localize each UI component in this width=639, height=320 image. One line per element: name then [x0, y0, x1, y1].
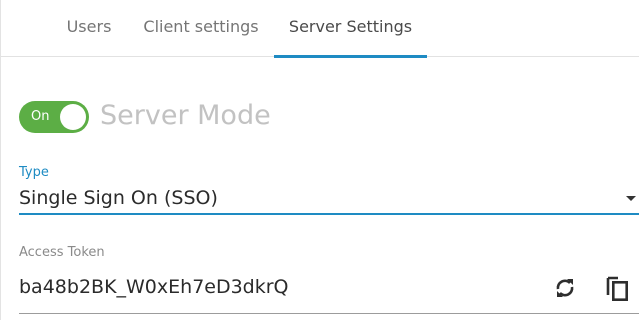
type-label: Type — [19, 165, 49, 180]
active-tab-indicator — [274, 55, 427, 58]
tab-label: Client settings — [143, 17, 259, 36]
toggle-knob — [60, 104, 86, 130]
tab-label: Server Settings — [288, 17, 413, 36]
server-settings-panel: Users Client settings Server Settings On… — [0, 0, 639, 320]
tab-client-settings[interactable]: Client settings — [133, 0, 269, 57]
settings-tabs: Users Client settings Server Settings — [1, 0, 639, 58]
copy-icon — [606, 276, 628, 301]
copy-token-button[interactable] — [604, 274, 632, 302]
tab-server-settings[interactable]: Server Settings — [274, 0, 427, 58]
type-selected-value: Single Sign On (SSO) — [19, 187, 218, 209]
access-token-field: ba48b2BK_W0xEh7eD3dkrQ — [19, 262, 639, 314]
type-select[interactable]: Single Sign On (SSO) — [19, 180, 639, 215]
server-mode-title: Server Mode — [100, 100, 271, 131]
regenerate-token-button[interactable] — [551, 274, 579, 302]
toggle-state-label: On — [31, 109, 50, 124]
server-mode-toggle[interactable]: On — [19, 101, 89, 133]
dropdown-caret-icon — [626, 196, 636, 201]
tab-users[interactable]: Users — [49, 0, 129, 57]
refresh-icon — [556, 279, 574, 297]
tab-label: Users — [66, 17, 112, 36]
access-token-label: Access Token — [19, 245, 105, 260]
access-token-value: ba48b2BK_W0xEh7eD3dkrQ — [19, 276, 289, 298]
